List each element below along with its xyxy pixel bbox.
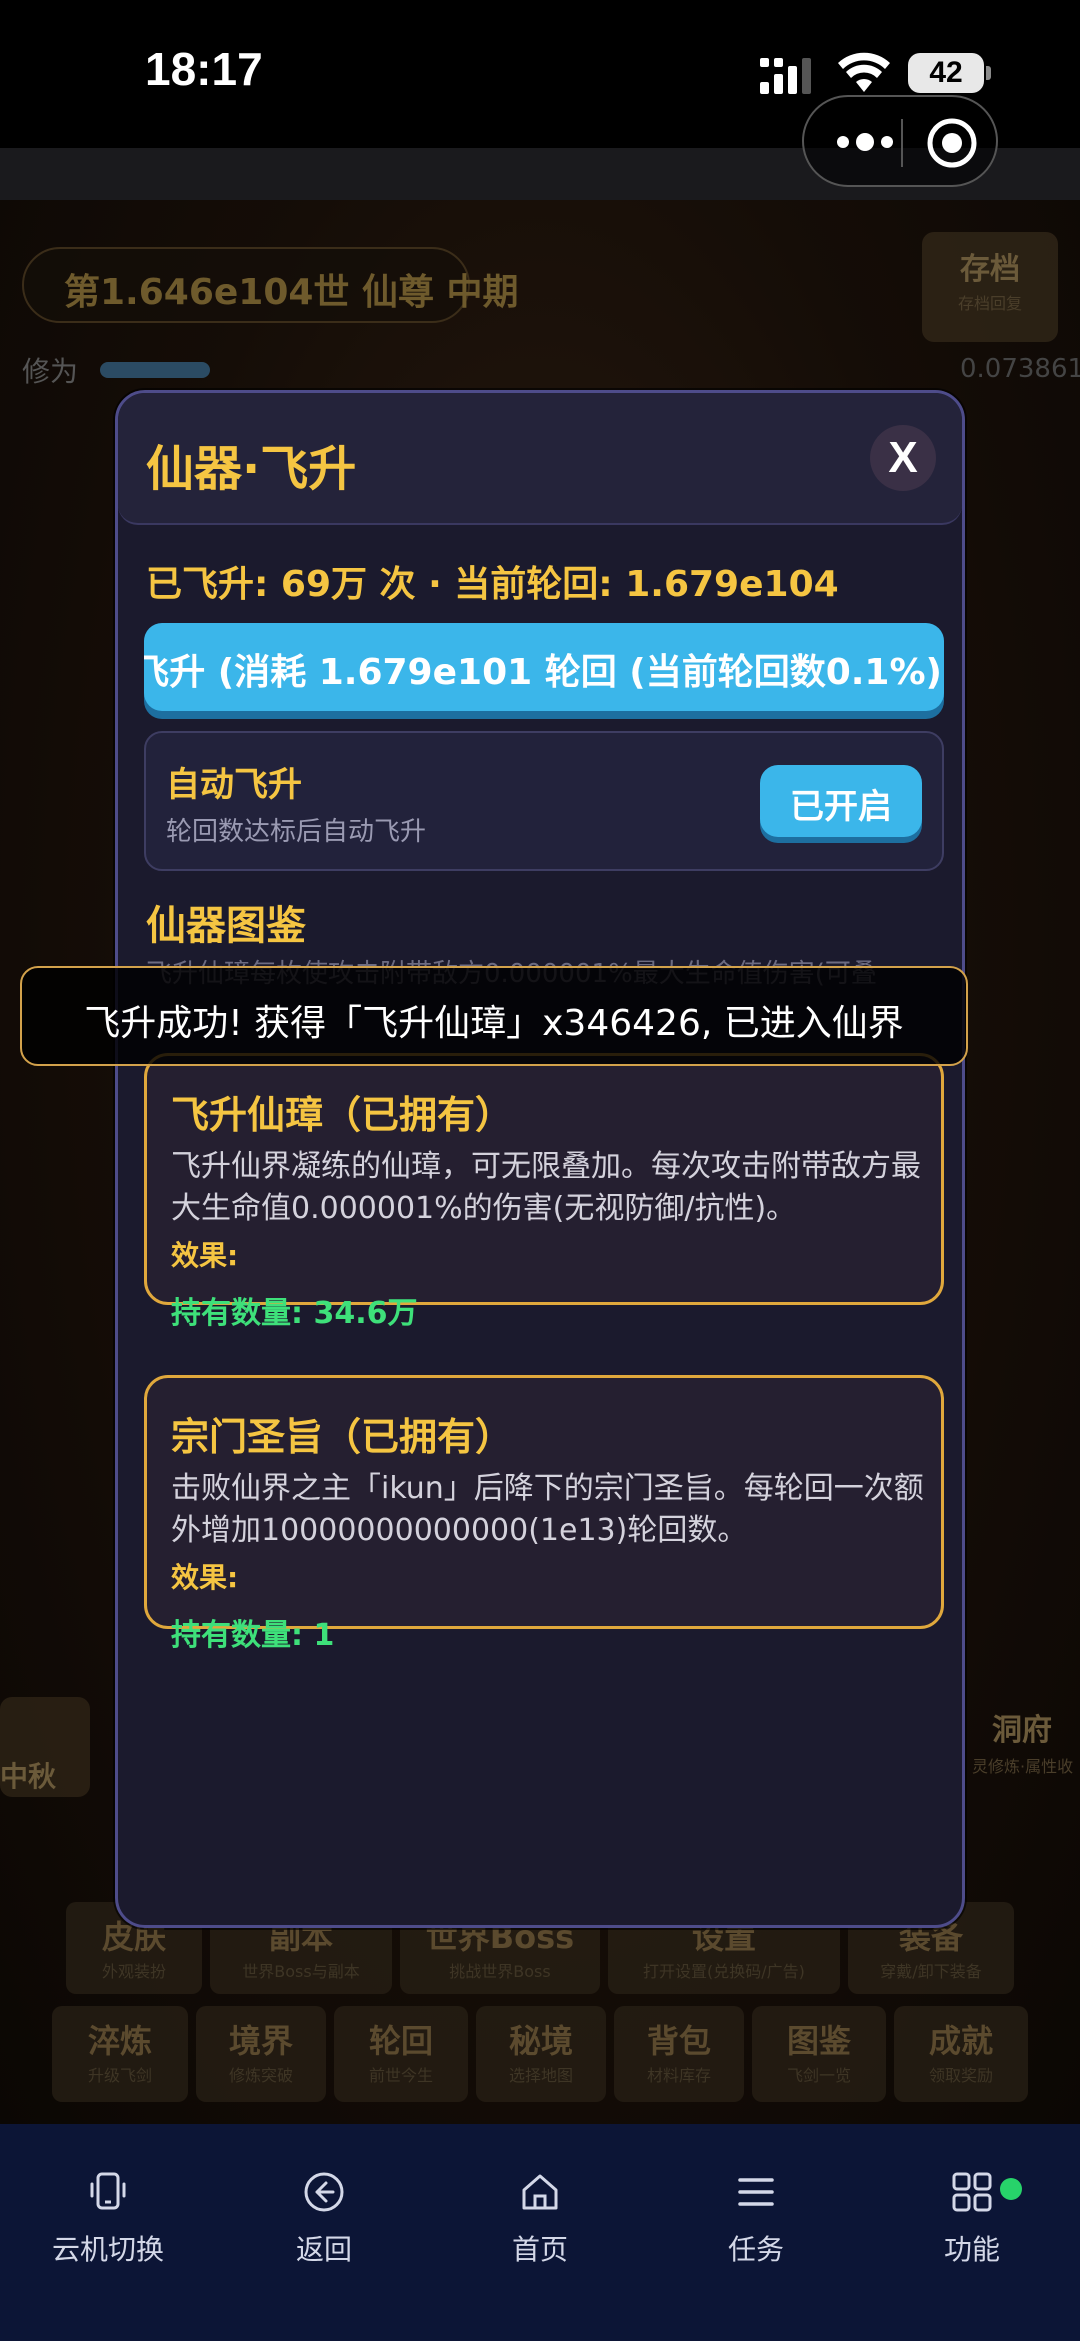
dock-sub: 前世今生 (368, 2066, 433, 2085)
nav-tasks[interactable]: 任务 (648, 2124, 864, 2274)
mid-autumn-button[interactable]: 中秋 (0, 1697, 90, 1797)
cellular-signal-icon (760, 58, 811, 94)
dock-sub: 飞剑一览 (786, 2066, 851, 2085)
nav-label: 任务 (727, 2233, 784, 2266)
nav-label: 返回 (295, 2233, 352, 2266)
toast-text: 飞升成功! 获得「飞升仙璋」x346426, 已进入仙界 (84, 1003, 904, 1044)
close-button[interactable]: X (870, 425, 936, 491)
dock-label: 淬炼 (87, 2022, 152, 2060)
nav-back[interactable]: 返回 (216, 2124, 432, 2274)
dock-label: 秘境 (508, 2022, 573, 2060)
coord-readout: 0.0738618 (960, 354, 1080, 384)
dock-sub: 升级飞剑 (87, 2066, 152, 2085)
xiuwei-label: 修为 (22, 355, 79, 388)
auto-ascend-toggle-label: 已开启 (790, 787, 892, 827)
cave-label: 洞府 (992, 1713, 1052, 1748)
dock-sub: 打开设置(兑换码/广告) (643, 1962, 805, 1981)
save-label: 存档 (960, 252, 1020, 287)
grid-icon (952, 2172, 992, 2212)
dock-sub: 选择地图 (508, 2066, 573, 2085)
nav-functions[interactable]: 功能 (864, 2124, 1080, 2274)
game-title-text: 第1.646e104世 仙尊 中期 (64, 272, 519, 313)
artifact-count: 持有数量: 1 (171, 1618, 335, 1653)
battery-indicator: 42 (908, 53, 984, 93)
dock-reincarnation-button[interactable]: 轮回 前世今生 (334, 2006, 468, 2102)
phone-switch-icon (90, 2172, 126, 2210)
save-button[interactable]: 存档 存档回复 (922, 232, 1058, 342)
miniprogram-capsule (802, 95, 998, 187)
dock-sub: 材料库存 (646, 2066, 711, 2085)
dock-sub: 修炼突破 (228, 2066, 293, 2085)
dock-label: 背包 (646, 2022, 711, 2060)
dock-label: 图鉴 (786, 2022, 851, 2060)
ascension-modal: 仙器·飞升 X 已飞升: 69万 次 · 当前轮回: 1.679e104 飞升 … (115, 390, 965, 1928)
ascend-button-label: 飞升 (消耗 1.679e101 轮回 (当前轮回数0.1%) (144, 652, 942, 693)
artifact-desc: 飞升仙界凝练的仙璋，可无限叠加。每次攻击附带敌方最大生命值0.000001%的伤… (171, 1149, 921, 1226)
cave-button[interactable]: 洞府 灵修炼·属性收 (962, 1697, 1080, 1797)
nav-label: 云机切换 (51, 2233, 164, 2266)
status-time: 18:17 (145, 43, 263, 95)
back-icon (304, 2172, 344, 2212)
mid-autumn-label: 中秋 (0, 1760, 57, 1793)
battery-tip (986, 66, 991, 80)
auto-ascend-toggle[interactable]: 已开启 (760, 765, 922, 837)
wifi-icon (838, 52, 890, 92)
artifact-card: 飞升仙璋（已拥有） 飞升仙界凝练的仙璋，可无限叠加。每次攻击附带敌方最大生命值0… (144, 1053, 944, 1331)
artifact-title: 飞升仙璋（已拥有） (171, 1093, 514, 1137)
notification-dot (1000, 2178, 1022, 2200)
nav-cloud-switch[interactable]: 云机切换 (0, 2124, 216, 2274)
artifact-count: 持有数量: 34.6万 (171, 1296, 418, 1331)
more-dots-icon[interactable] (834, 127, 896, 157)
auto-ascend-title: 自动飞升 (166, 765, 302, 805)
dock-sub: 世界Boss与副本 (242, 1962, 360, 1981)
success-toast: 飞升成功! 获得「飞升仙璋」x346426, 已进入仙界 (20, 966, 968, 1066)
artifact-effect-label: 效果: (171, 1561, 239, 1594)
capsule-divider (901, 119, 903, 167)
dock-refine-button[interactable]: 淬炼 升级飞剑 (52, 2006, 188, 2102)
close-miniprogram-icon[interactable] (926, 117, 978, 169)
dock-label: 境界 (228, 2022, 293, 2060)
artifact-title: 宗门圣旨（已拥有） (171, 1415, 514, 1459)
codex-section-title: 仙器图鉴 (146, 903, 306, 949)
dock-label: 轮回 (368, 2022, 433, 2060)
dock-codex-button[interactable]: 图鉴 飞剑一览 (752, 2006, 886, 2102)
bottom-nav: 云机切换 返回 首页 任务 功能 (0, 2124, 1080, 2341)
nav-label: 功能 (943, 2233, 1000, 2266)
menu-icon (738, 2178, 774, 2206)
auto-ascend-panel: 自动飞升 轮回数达标后自动飞升 已开启 (144, 731, 944, 871)
dock-sub: 外观装扮 (101, 1962, 166, 1981)
dock-sub: 领取奖励 (928, 2066, 993, 2085)
nav-home[interactable]: 首页 (432, 2124, 648, 2274)
modal-title: 仙器·飞升 (146, 441, 357, 497)
home-icon (522, 2174, 558, 2210)
dock-realm-button[interactable]: 境界 修炼突破 (196, 2006, 326, 2102)
dock-label: 成就 (928, 2022, 993, 2060)
ascension-stats: 已飞升: 69万 次 · 当前轮回: 1.679e104 (146, 564, 839, 605)
dock-bag-button[interactable]: 背包 材料库存 (614, 2006, 744, 2102)
save-sub-label: 存档回复 (957, 294, 1022, 313)
close-icon: X (888, 433, 918, 482)
cave-sub-label: 灵修炼·属性收 (972, 1757, 1074, 1776)
game-title-pill: 第1.646e104世 仙尊 中期 (22, 247, 519, 323)
nav-label: 首页 (511, 2233, 568, 2266)
artifact-effect-label: 效果: (171, 1239, 239, 1272)
auto-ascend-subtitle: 轮回数达标后自动飞升 (166, 817, 427, 847)
modal-header: 仙器·飞升 X (118, 393, 962, 525)
dock-secret-realm-button[interactable]: 秘境 选择地图 (476, 2006, 606, 2102)
dock-sub: 穿戴/卸下装备 (880, 1962, 982, 1981)
xiuwei-progress-bar (100, 362, 210, 378)
dock-sub: 挑战世界Boss (449, 1962, 551, 1981)
artifact-desc: 击败仙界之主「ikun」后降下的宗门圣旨。每轮回一次额外增加1000000000… (171, 1471, 924, 1548)
ascend-button[interactable]: 飞升 (消耗 1.679e101 轮回 (当前轮回数0.1%) (144, 623, 944, 711)
artifact-card: 宗门圣旨（已拥有） 击败仙界之主「ikun」后降下的宗门圣旨。每轮回一次额外增加… (144, 1375, 944, 1653)
dock-achievement-button[interactable]: 成就 领取奖励 (894, 2006, 1028, 2102)
